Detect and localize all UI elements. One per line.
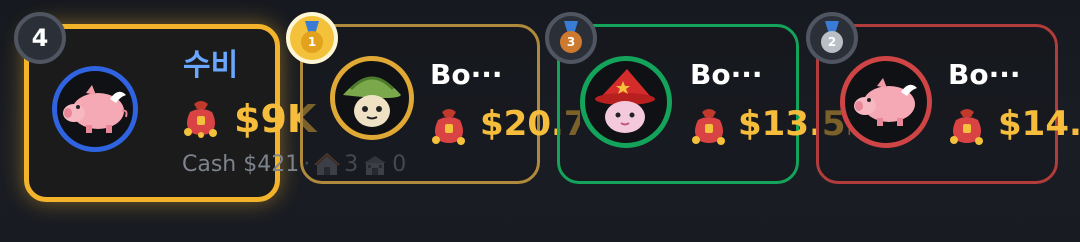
player-name: 수비 — [183, 48, 239, 83]
silver-medal-icon: 2 — [806, 12, 858, 64]
player-name: Bo··· — [690, 58, 763, 91]
rank-badge: 4 — [14, 12, 66, 64]
mushroom-avatar[interactable] — [330, 56, 414, 140]
money-bag-icon — [182, 98, 220, 138]
gold-medal-icon: 1 — [286, 12, 338, 64]
cash-value: Cash $421 — [182, 152, 300, 177]
wizard-avatar[interactable] — [580, 56, 672, 148]
pig-avatar[interactable] — [840, 56, 932, 148]
money-bag-icon — [948, 106, 986, 146]
rank-number: 4 — [31, 24, 49, 52]
pig-avatar[interactable] — [52, 66, 138, 152]
bronze-medal-icon: 3 — [545, 12, 597, 64]
player-money: $14.1K — [998, 104, 1080, 144]
money-bag-icon — [430, 106, 468, 146]
player-name: Bo··· — [948, 58, 1021, 91]
money-bag-icon — [690, 106, 728, 146]
player-name: Bo··· — [430, 58, 503, 91]
